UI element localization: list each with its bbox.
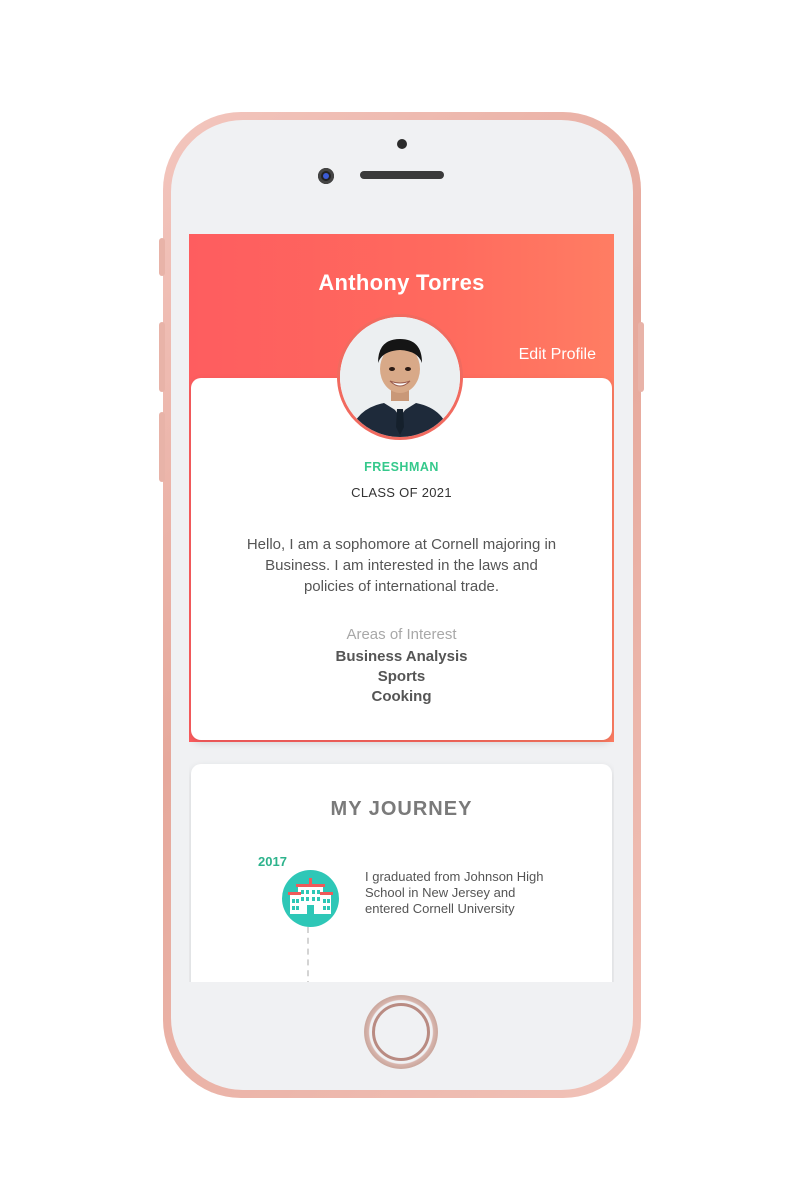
front-camera-icon — [318, 168, 334, 184]
app-screen: Anthony Torres Edit Profile FRESHMAN CLA… — [189, 234, 614, 982]
avatar — [337, 314, 463, 440]
proximity-sensor — [397, 139, 407, 149]
edit-profile-button[interactable]: Edit Profile — [519, 346, 596, 364]
school-building-icon — [282, 870, 339, 927]
power-button — [638, 322, 644, 392]
timeline-year: 2017 — [258, 854, 287, 869]
volume-down-button — [159, 412, 165, 482]
year-level-label: FRESHMAN — [364, 460, 439, 474]
class-of-label: CLASS OF 2021 — [351, 485, 452, 500]
avatar-photo — [340, 317, 460, 437]
interest-item: Business Analysis — [335, 648, 468, 665]
mute-switch — [159, 238, 165, 276]
interest-item: Cooking — [371, 688, 432, 705]
earpiece-speaker — [360, 171, 444, 179]
interests-list: Business Analysis Sports Cooking — [189, 647, 614, 707]
profile-bio: Hello, I am a sophomore at Cornell major… — [246, 536, 557, 595]
volume-up-button — [159, 322, 165, 392]
timeline-description: I graduated from Johnson High School in … — [365, 869, 544, 916]
profile-name: Anthony Torres — [318, 270, 485, 295]
home-button[interactable] — [364, 995, 438, 1069]
timeline-connector — [307, 927, 309, 982]
home-button-ring — [372, 1003, 430, 1061]
journey-title: MY JOURNEY — [330, 798, 473, 820]
interest-item: Sports — [377, 668, 426, 685]
interests-heading: Areas of Interest — [346, 626, 457, 643]
